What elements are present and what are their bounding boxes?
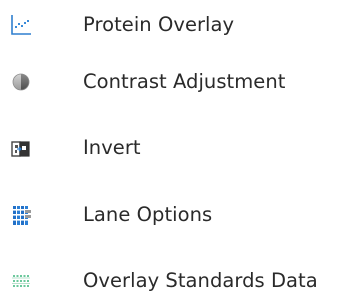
contrast-icon bbox=[6, 68, 36, 96]
menu-item-label: Overlay Standards Data bbox=[83, 269, 318, 292]
lane-grid-icon bbox=[6, 201, 36, 229]
menu-item-invert[interactable]: Invert bbox=[0, 123, 344, 173]
menu-list: Protein Overlay Contrast Adjustment Inve… bbox=[0, 0, 344, 306]
menu-item-label: Contrast Adjustment bbox=[83, 70, 286, 93]
menu-item-label: Lane Options bbox=[83, 203, 213, 226]
menu-item-protein-overlay[interactable]: Protein Overlay bbox=[0, 0, 344, 50]
menu-item-label: Invert bbox=[83, 136, 141, 159]
menu-item-lane-options[interactable]: Lane Options bbox=[0, 190, 344, 240]
invert-icon bbox=[6, 134, 36, 162]
scatter-plot-icon bbox=[6, 11, 36, 39]
menu-item-contrast-adjustment[interactable]: Contrast Adjustment bbox=[0, 57, 344, 107]
standards-lines-icon bbox=[6, 267, 36, 295]
menu-item-overlay-standards-data[interactable]: Overlay Standards Data bbox=[0, 256, 344, 306]
menu-item-label: Protein Overlay bbox=[83, 13, 235, 36]
